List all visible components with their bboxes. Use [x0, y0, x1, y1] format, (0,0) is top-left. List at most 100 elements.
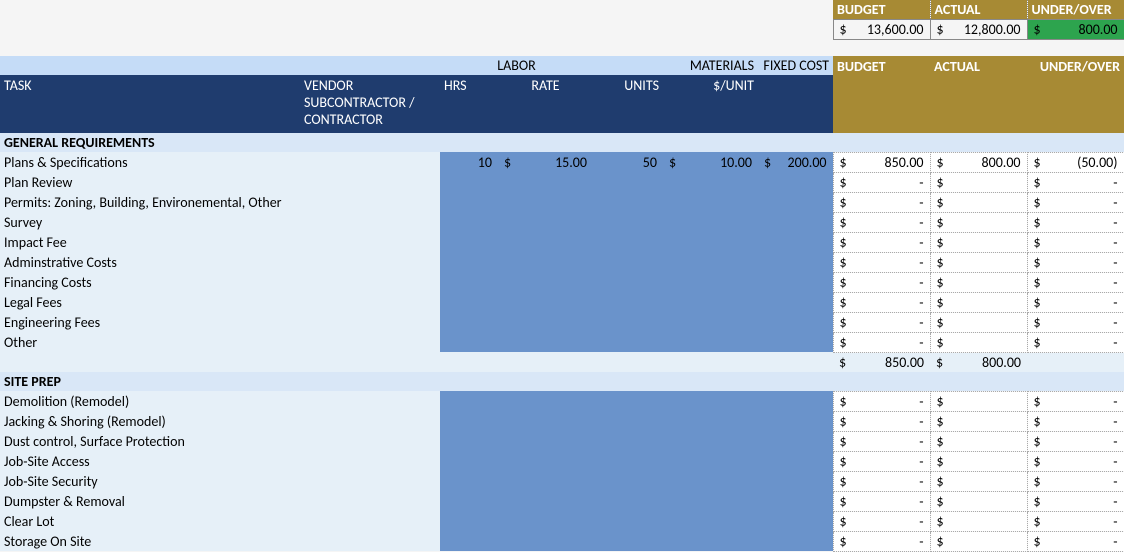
budget-cell[interactable]: $-	[833, 511, 930, 531]
fixed-cell[interactable]	[758, 451, 833, 471]
diff-cell[interactable]: $-	[1027, 511, 1124, 531]
vendor-cell[interactable]	[300, 471, 440, 491]
vendor-cell[interactable]	[300, 431, 440, 451]
diff-cell[interactable]: $-	[1027, 312, 1124, 332]
budget-cell[interactable]: $-	[833, 272, 930, 292]
actual-cell[interactable]: $800.00	[930, 152, 1027, 172]
per-unit-cell[interactable]	[663, 411, 758, 431]
units-cell[interactable]	[593, 292, 663, 312]
fixed-cell[interactable]	[758, 172, 833, 192]
budget-cell[interactable]: $-	[833, 391, 930, 411]
fixed-cell[interactable]	[758, 471, 833, 491]
actual-cell[interactable]: $	[930, 172, 1027, 192]
vendor-cell[interactable]	[300, 491, 440, 511]
per-unit-cell[interactable]	[663, 391, 758, 411]
budget-cell[interactable]: $-	[833, 312, 930, 332]
per-unit-cell[interactable]	[663, 451, 758, 471]
diff-cell[interactable]: $-	[1027, 272, 1124, 292]
units-cell[interactable]	[593, 272, 663, 292]
diff-cell[interactable]: $-	[1027, 172, 1124, 192]
hrs-cell[interactable]	[440, 212, 498, 232]
hrs-cell[interactable]	[440, 491, 498, 511]
actual-cell[interactable]: $	[930, 451, 1027, 471]
units-cell[interactable]	[593, 431, 663, 451]
rate-cell[interactable]	[498, 511, 593, 531]
actual-cell[interactable]: $	[930, 411, 1027, 431]
units-cell[interactable]	[593, 332, 663, 352]
hrs-cell[interactable]	[440, 292, 498, 312]
hrs-cell[interactable]	[440, 192, 498, 212]
rate-cell[interactable]	[498, 272, 593, 292]
rate-cell[interactable]	[498, 172, 593, 192]
per-unit-cell[interactable]	[663, 172, 758, 192]
actual-cell[interactable]: $	[930, 531, 1027, 551]
units-cell[interactable]	[593, 531, 663, 551]
rate-cell[interactable]	[498, 471, 593, 491]
diff-cell[interactable]: $-	[1027, 332, 1124, 352]
diff-cell[interactable]: $-	[1027, 471, 1124, 491]
hrs-cell[interactable]	[440, 451, 498, 471]
actual-cell[interactable]: $	[930, 491, 1027, 511]
hrs-cell[interactable]	[440, 411, 498, 431]
actual-cell[interactable]: $	[930, 471, 1027, 491]
vendor-cell[interactable]	[300, 511, 440, 531]
actual-cell[interactable]: $	[930, 391, 1027, 411]
fixed-cell[interactable]	[758, 391, 833, 411]
diff-cell[interactable]: $-	[1027, 252, 1124, 272]
fixed-cell[interactable]	[758, 491, 833, 511]
per-unit-cell[interactable]	[663, 312, 758, 332]
units-cell[interactable]	[593, 172, 663, 192]
vendor-cell[interactable]	[300, 192, 440, 212]
budget-cell[interactable]: $-	[833, 332, 930, 352]
per-unit-cell[interactable]	[663, 511, 758, 531]
per-unit-cell[interactable]	[663, 531, 758, 551]
diff-cell[interactable]: $-	[1027, 232, 1124, 252]
fixed-cell[interactable]	[758, 332, 833, 352]
hrs-cell[interactable]	[440, 531, 498, 551]
units-cell[interactable]: 50	[593, 152, 663, 172]
hrs-cell[interactable]	[440, 232, 498, 252]
rate-cell[interactable]	[498, 332, 593, 352]
units-cell[interactable]	[593, 312, 663, 332]
hrs-cell[interactable]	[440, 391, 498, 411]
budget-cell[interactable]: $-	[833, 172, 930, 192]
actual-cell[interactable]: $	[930, 431, 1027, 451]
vendor-cell[interactable]	[300, 292, 440, 312]
per-unit-cell[interactable]	[663, 491, 758, 511]
vendor-cell[interactable]	[300, 531, 440, 551]
diff-cell[interactable]: $(50.00)	[1027, 152, 1124, 172]
rate-cell[interactable]	[498, 192, 593, 212]
vendor-cell[interactable]	[300, 272, 440, 292]
vendor-cell[interactable]	[300, 332, 440, 352]
hrs-cell[interactable]: 10	[440, 152, 498, 172]
fixed-cell[interactable]	[758, 431, 833, 451]
budget-cell[interactable]: $-	[833, 531, 930, 551]
vendor-cell[interactable]	[300, 152, 440, 172]
fixed-cell[interactable]	[758, 531, 833, 551]
per-unit-cell[interactable]	[663, 292, 758, 312]
hrs-cell[interactable]	[440, 471, 498, 491]
summary-diff[interactable]: $800.00	[1027, 20, 1124, 40]
fixed-cell[interactable]	[758, 411, 833, 431]
actual-cell[interactable]: $	[930, 212, 1027, 232]
actual-cell[interactable]: $	[930, 232, 1027, 252]
fixed-cell[interactable]	[758, 292, 833, 312]
vendor-cell[interactable]	[300, 411, 440, 431]
vendor-cell[interactable]	[300, 451, 440, 471]
per-unit-cell[interactable]: $10.00	[663, 152, 758, 172]
hrs-cell[interactable]	[440, 272, 498, 292]
hrs-cell[interactable]	[440, 172, 498, 192]
fixed-cell[interactable]	[758, 312, 833, 332]
units-cell[interactable]	[593, 391, 663, 411]
rate-cell[interactable]	[498, 491, 593, 511]
budget-cell[interactable]: $-	[833, 212, 930, 232]
per-unit-cell[interactable]	[663, 212, 758, 232]
rate-cell[interactable]	[498, 531, 593, 551]
rate-cell[interactable]	[498, 212, 593, 232]
units-cell[interactable]	[593, 451, 663, 471]
budget-cell[interactable]: $-	[833, 232, 930, 252]
rate-cell[interactable]	[498, 252, 593, 272]
units-cell[interactable]	[593, 491, 663, 511]
budget-cell[interactable]: $-	[833, 431, 930, 451]
diff-cell[interactable]: $-	[1027, 292, 1124, 312]
